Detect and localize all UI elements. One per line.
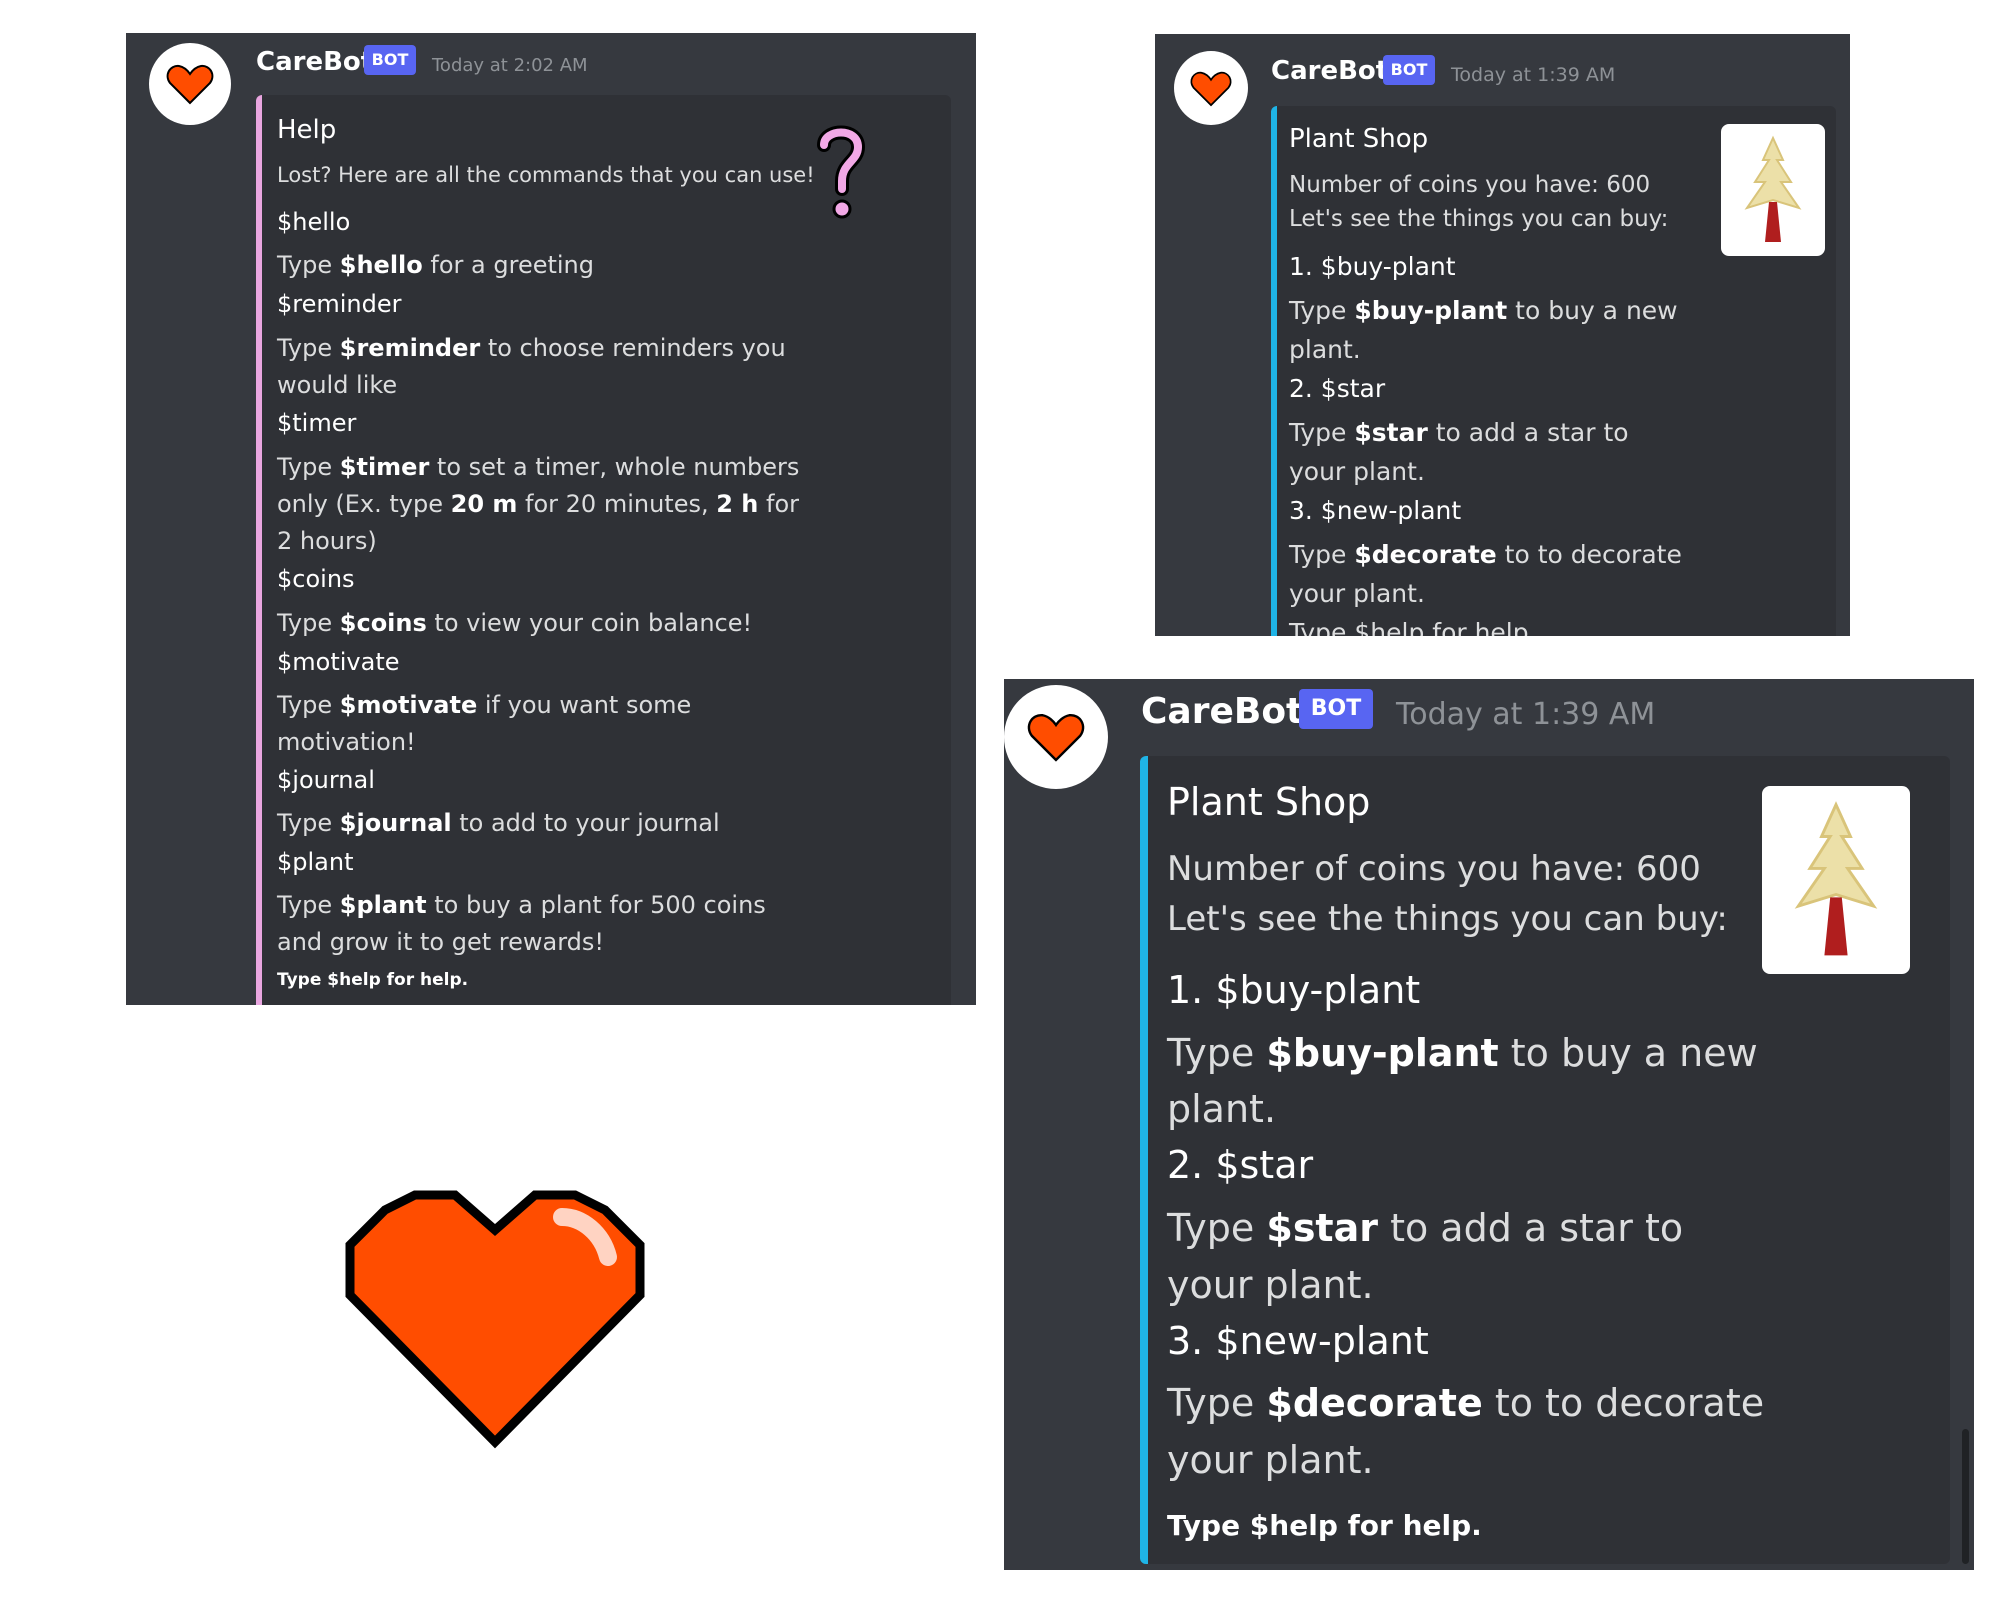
cmd-motivate: $motivate [277,648,400,676]
shop-embed: Plant Shop Number of coins you have: 600… [1140,756,1950,1564]
message-timestamp: Today at 1:39 AM [1451,64,1616,86]
desc-hello: Type $hello for a greeting [277,251,595,279]
desc-motivate: Type $motivate if you want some [277,691,692,719]
scrollbar-thumb[interactable] [1962,1429,1969,1564]
message-timestamp: Today at 2:02 AM [432,55,588,76]
item1-desc: Type $buy-plant to buy a new [1167,1031,1758,1075]
shop-message-panel-large: CareBot BOT Today at 1:39 AM Plant Shop … [1004,679,1974,1570]
question-mark-icon [816,123,866,223]
cmd-timer: $timer [277,409,357,437]
embed-title: Plant Shop [1167,780,1371,824]
bot-name[interactable]: CareBot [256,47,373,77]
cmd-plant: $plant [277,848,354,876]
cmd-coins: $coins [277,565,355,593]
item1-cont: plant. [1289,335,1361,364]
desc-motivate-cont: motivation! [277,728,416,756]
embed-intro: Lost? Here are all the commands that you… [277,163,815,187]
desc-journal: Type $journal to add to your journal [277,809,720,837]
desc-plant: Type $plant to buy a plant for 500 coins [277,891,766,919]
item3-cmd: 3. $new-plant [1167,1319,1429,1363]
bot-name[interactable]: CareBot [1271,56,1388,86]
embed-accent-bar [1140,756,1148,1564]
item3-desc: Type $decorate to to decorate [1289,540,1682,569]
embed-footer: Type $help for help. [1167,1509,1482,1542]
bot-avatar[interactable] [1174,51,1248,125]
pixel-heart-icon [330,1155,660,1455]
help-message-panel: CareBot BOT Today at 2:02 AM Help Lost? … [126,33,976,1005]
cut-off-line: Type $help for help. [1289,618,1537,636]
item3-desc: Type $decorate to to decorate [1167,1381,1765,1425]
shop-message-panel-small: CareBot BOT Today at 1:39 AM Plant Shop … [1155,34,1850,636]
desc-coins: Type $coins to view your coin balance! [277,609,753,637]
desc-plant-cont: and grow it to get rewards! [277,928,605,956]
item2-desc: Type $star to add a star to [1289,418,1629,447]
item2-cmd: 2. $star [1167,1143,1314,1187]
bot-badge: BOT [1383,55,1435,85]
item2-cont: your plant. [1167,1263,1374,1307]
shop-intro: Let's see the things you can buy: [1289,206,1669,232]
item2-cmd: 2. $star [1289,374,1386,403]
tree-icon [1794,801,1878,956]
item3-cmd: 3. $new-plant [1289,496,1462,525]
coins-line: Number of coins you have: 600 [1167,849,1701,889]
shop-embed: Plant Shop Number of coins you have: 600… [1271,106,1836,636]
cmd-reminder: $reminder [277,290,402,318]
desc-timer-cont: 2 hours) [277,527,377,555]
embed-footer: Type $help for help. [277,970,469,990]
message-timestamp: Today at 1:39 AM [1396,697,1656,732]
heart-icon [1027,714,1085,762]
embed-title: Plant Shop [1289,124,1429,154]
heart-icon [1190,71,1232,106]
bot-badge: BOT [1299,689,1373,729]
bot-name[interactable]: CareBot [1141,691,1303,732]
bot-avatar[interactable] [149,43,231,125]
desc-timer-2: only (Ex. type 20 m for 20 minutes, 2 h … [277,490,800,518]
item1-cont: plant. [1167,1087,1277,1131]
embed-title: Help [277,115,337,145]
item1-desc: Type $buy-plant to buy a new [1289,296,1678,325]
desc-reminder-cont: would like [277,371,398,399]
coins-line: Number of coins you have: 600 [1289,172,1651,198]
shop-intro: Let's see the things you can buy: [1167,899,1728,939]
bot-badge: BOT [364,45,416,75]
embed-accent-bar [1271,106,1277,636]
cmd-hello: $hello [277,208,351,236]
tree-thumbnail[interactable] [1762,786,1910,974]
tree-icon [1744,135,1802,242]
item3-cont: your plant. [1167,1438,1374,1482]
heart-icon [166,64,214,105]
cmd-journal: $journal [277,766,375,794]
desc-reminder: Type $reminder to choose reminders you [277,334,786,362]
help-embed: Help Lost? Here are all the commands tha… [256,95,951,1005]
item3-cont: your plant. [1289,579,1425,608]
tree-thumbnail[interactable] [1721,124,1825,256]
item2-cont: your plant. [1289,457,1425,486]
item1-cmd: 1. $buy-plant [1289,252,1456,281]
desc-timer: Type $timer to set a timer, whole number… [277,453,800,481]
bot-avatar[interactable] [1004,685,1108,789]
item2-desc: Type $star to add a star to [1167,1206,1684,1250]
item1-cmd: 1. $buy-plant [1167,968,1421,1012]
embed-accent-bar [256,95,262,1005]
